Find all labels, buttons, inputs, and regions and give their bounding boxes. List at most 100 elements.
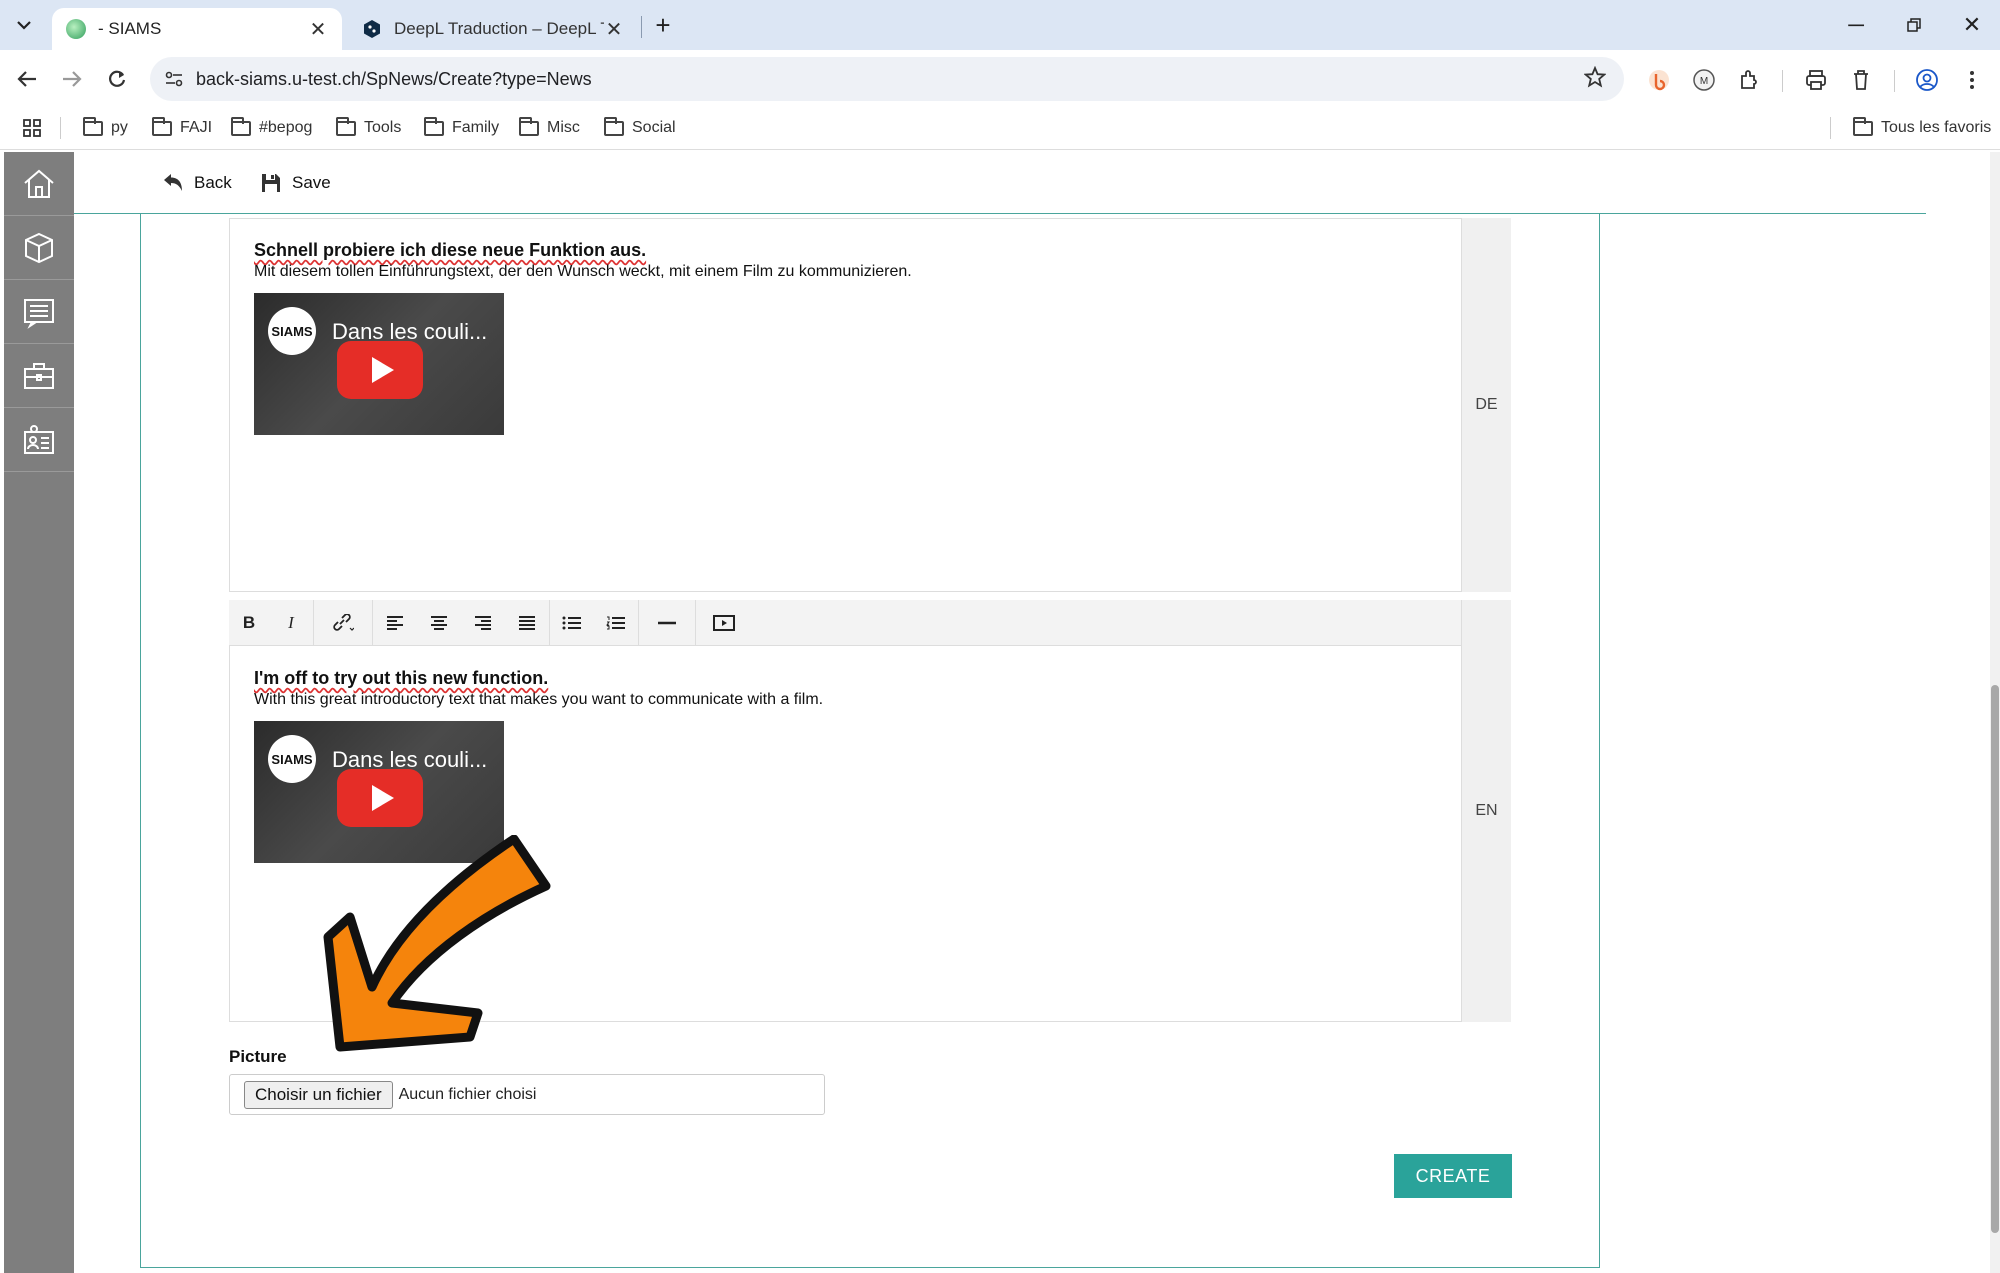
browser-menu-icon[interactable] bbox=[1958, 66, 1986, 94]
insert-media-button[interactable] bbox=[696, 600, 752, 646]
profile-avatar-icon[interactable] bbox=[1913, 66, 1941, 94]
page-scrollbar-thumb[interactable] bbox=[1991, 685, 1999, 1233]
bookmark-label: #bepog bbox=[259, 119, 313, 136]
save-label: Save bbox=[292, 173, 331, 192]
folder-icon bbox=[336, 116, 356, 136]
box-icon bbox=[25, 232, 53, 263]
deepl-favicon-icon bbox=[362, 19, 382, 39]
editor-toolbar: B I bbox=[229, 599, 1461, 646]
bookmark-folder-tools[interactable]: Tools bbox=[336, 114, 401, 142]
restore-window-button[interactable] bbox=[1896, 10, 1932, 40]
siams-favicon-icon bbox=[66, 19, 86, 39]
briefcase-icon bbox=[24, 362, 54, 389]
sidebar-item-members[interactable] bbox=[4, 408, 74, 472]
bookmark-label: Family bbox=[452, 119, 500, 136]
choose-file-button[interactable]: Choisir un fichier bbox=[244, 1080, 393, 1109]
save-button[interactable]: Save bbox=[260, 170, 331, 196]
align-left-button[interactable] bbox=[373, 600, 417, 646]
italic-button[interactable]: I bbox=[269, 600, 313, 646]
align-justify-button[interactable] bbox=[505, 600, 549, 646]
print-icon[interactable] bbox=[1802, 66, 1830, 94]
bullet-list-button[interactable] bbox=[550, 600, 594, 646]
all-bookmarks-label: Tous les favoris bbox=[1881, 119, 1992, 136]
tab-siams[interactable]: - SIAMS ✕ bbox=[52, 8, 342, 50]
tab-deepl[interactable]: DeepL Traduction – DeepL Trans ✕ bbox=[348, 8, 638, 50]
sidebar-item-products[interactable] bbox=[4, 216, 74, 280]
editor-de-title: Schnell probiere ich diese neue Funktion… bbox=[254, 240, 647, 260]
sidebar-item-news[interactable] bbox=[4, 280, 74, 344]
new-tab-button[interactable]: + bbox=[648, 10, 678, 40]
picture-file-input[interactable]: Choisir un fichier Aucun fichier choisi bbox=[229, 1074, 825, 1115]
restore-icon bbox=[1907, 18, 1921, 32]
play-icon[interactable] bbox=[337, 341, 423, 399]
folder-icon bbox=[231, 116, 251, 136]
forward-nav-button[interactable] bbox=[55, 62, 89, 96]
bookmark-label: py bbox=[111, 119, 128, 136]
sidebar-item-home[interactable] bbox=[4, 152, 74, 216]
bookmarks-separator bbox=[60, 117, 61, 139]
bookmark-folder-bepog[interactable]: #bepog bbox=[231, 114, 312, 142]
action-bar bbox=[74, 152, 1926, 214]
align-justify-icon bbox=[519, 615, 535, 630]
bold-button[interactable]: B bbox=[229, 600, 269, 646]
create-button[interactable]: CREATE bbox=[1394, 1154, 1512, 1198]
tab-label: - SIAMS bbox=[98, 19, 162, 38]
embedded-video-de[interactable]: SIAMS Dans les couli... bbox=[254, 293, 504, 435]
folder-icon bbox=[424, 116, 444, 136]
minimize-window-button[interactable]: ─ bbox=[1838, 10, 1874, 40]
bookmark-folder-faji[interactable]: FAJI bbox=[152, 114, 212, 142]
chevron-down-icon bbox=[17, 21, 31, 30]
folder-icon bbox=[519, 116, 539, 136]
numbered-list-button[interactable] bbox=[594, 600, 638, 646]
reload-button[interactable] bbox=[100, 62, 134, 96]
folder-icon bbox=[604, 116, 624, 136]
bookmark-folder-py[interactable]: py bbox=[83, 114, 128, 142]
align-center-icon bbox=[431, 615, 447, 630]
folder-icon bbox=[83, 116, 103, 136]
bookmark-folder-misc[interactable]: Misc bbox=[519, 114, 580, 142]
horizontal-rule-button[interactable] bbox=[639, 600, 695, 646]
arrow-left-icon bbox=[17, 71, 36, 87]
close-icon[interactable]: ✕ bbox=[604, 17, 624, 42]
id-card-icon bbox=[24, 424, 54, 454]
tab-label: DeepL Traduction – DeepL Trans bbox=[394, 19, 604, 38]
site-info-icon[interactable] bbox=[164, 69, 184, 89]
link-icon bbox=[333, 613, 354, 631]
extensions-puzzle-icon[interactable] bbox=[1735, 66, 1763, 94]
bookmark-label: Social bbox=[632, 119, 676, 136]
document-list-icon bbox=[24, 298, 54, 329]
bookmark-star-icon[interactable] bbox=[1583, 65, 1607, 93]
back-nav-button[interactable] bbox=[10, 62, 44, 96]
bookmark-folder-social[interactable]: Social bbox=[604, 114, 676, 142]
bookmark-folder-family[interactable]: Family bbox=[424, 114, 499, 142]
close-window-button[interactable]: ✕ bbox=[1954, 10, 1990, 40]
folder-icon bbox=[1853, 116, 1873, 136]
numbered-list-icon bbox=[606, 616, 625, 629]
editor-en-text: With this great introductory text that m… bbox=[254, 691, 824, 708]
extension-m-icon[interactable]: M bbox=[1690, 66, 1718, 94]
undo-arrow-icon bbox=[164, 174, 182, 191]
editor-en-content[interactable]: I'm off to try out this new function. Wi… bbox=[254, 668, 1444, 863]
tab-list-dropdown-button[interactable] bbox=[8, 10, 40, 40]
sidebar-item-jobs[interactable] bbox=[4, 344, 74, 408]
all-bookmarks-folder[interactable]: Tous les favoris bbox=[1853, 114, 1991, 142]
toolbar-separator bbox=[1782, 70, 1783, 92]
svg-text:M: M bbox=[1700, 76, 1708, 87]
trash-icon[interactable] bbox=[1847, 66, 1875, 94]
app-sidebar bbox=[4, 152, 74, 1273]
editor-de-content[interactable]: Schnell probiere ich diese neue Funktion… bbox=[254, 240, 1444, 435]
video-channel-logo: SIAMS bbox=[268, 307, 316, 355]
annotation-arrow-icon bbox=[323, 835, 551, 1052]
no-file-chosen-label: Aucun fichier choisi bbox=[398, 1085, 537, 1103]
back-button[interactable]: Back bbox=[162, 170, 232, 196]
extension-orange-icon[interactable] bbox=[1645, 66, 1673, 94]
address-bar[interactable]: back-siams.u-test.ch/SpNews/Create?type=… bbox=[150, 57, 1624, 101]
play-icon[interactable] bbox=[337, 769, 423, 827]
close-icon[interactable]: ✕ bbox=[308, 17, 328, 42]
align-center-button[interactable] bbox=[417, 600, 461, 646]
media-embed-icon bbox=[713, 614, 735, 631]
video-channel-logo: SIAMS bbox=[268, 735, 316, 783]
apps-grid-icon[interactable] bbox=[22, 114, 42, 142]
link-button[interactable] bbox=[314, 600, 372, 646]
align-right-button[interactable] bbox=[461, 600, 505, 646]
